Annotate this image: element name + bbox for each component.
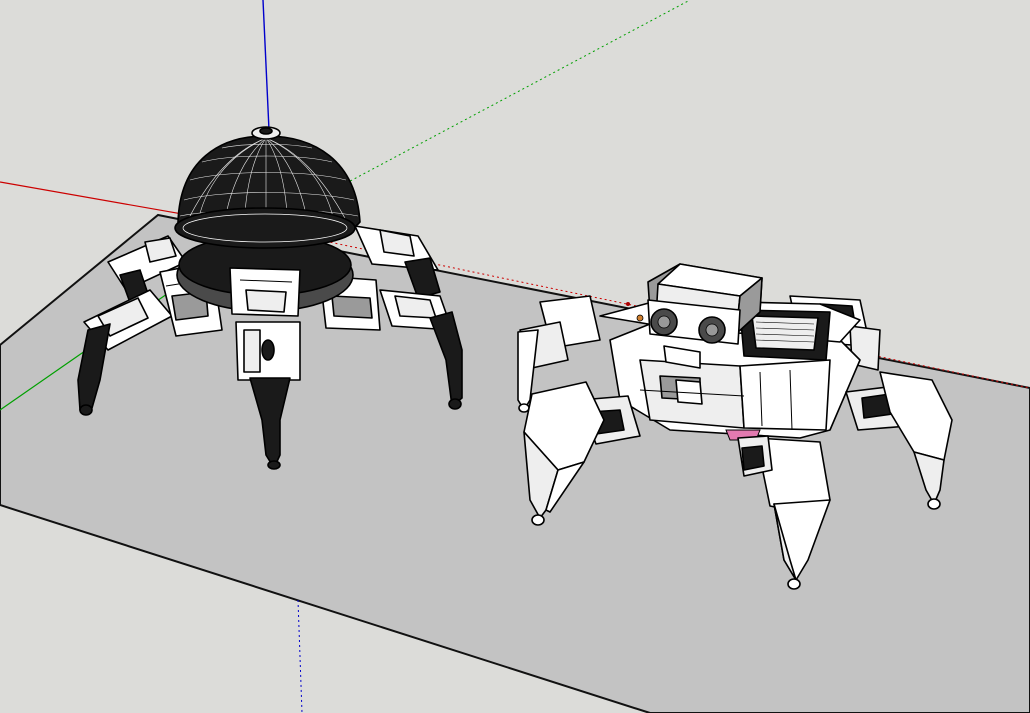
3d-viewport[interactable] — [0, 0, 1030, 713]
blue-axis-hidden — [297, 599, 303, 713]
blue-axis — [262, 0, 270, 131]
dome-robot-dome — [174, 126, 361, 249]
ground-plane[interactable] — [0, 213, 1030, 713]
